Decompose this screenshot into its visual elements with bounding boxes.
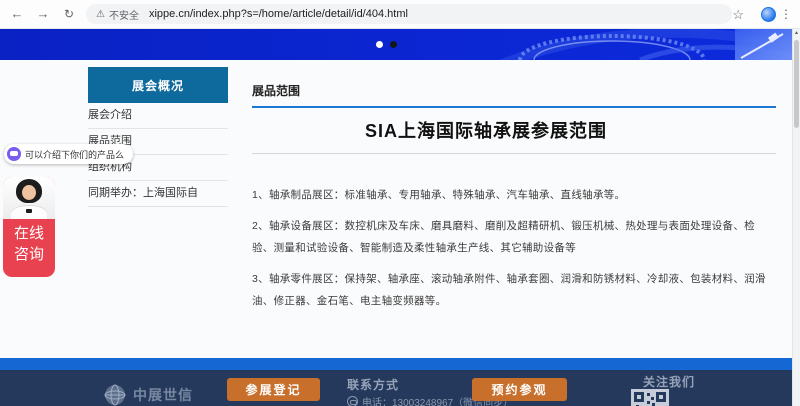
paragraph-products: 1、轴承制品展区：标准轴承、专用轴承、特殊轴承、汽车轴承、直线轴承等。 bbox=[252, 184, 776, 206]
consult-label: 在线 咨询 bbox=[3, 223, 55, 265]
sidebar-item-concurrent[interactable]: 同期举办：上海国际自 bbox=[88, 181, 228, 207]
paragraph-equipment: 2、轴承设备展区：数控机床及车床、磨具磨料、磨削及超精研机、锻压机械、热处理与表… bbox=[252, 215, 776, 259]
sidebar-item-intro[interactable]: 展会介绍 bbox=[88, 103, 228, 129]
sidebar-nav: 展会概况 展会介绍 展品范围 组织机构 同期举办：上海国际自 bbox=[88, 67, 228, 207]
qr-code bbox=[631, 389, 669, 406]
footer-logo-text: 中展世信 bbox=[133, 385, 193, 405]
browser-menu-icon[interactable]: ⋮ bbox=[780, 7, 792, 22]
consult-label-line2: 咨询 bbox=[3, 244, 55, 265]
reload-icon[interactable]: ↻ bbox=[60, 6, 78, 22]
phone-icon bbox=[347, 396, 358, 406]
register-button[interactable]: 参展登记 bbox=[227, 378, 320, 401]
bookmark-star-icon[interactable]: ☆ bbox=[732, 7, 744, 23]
footer-accent-strip bbox=[0, 358, 800, 370]
carousel-dot-1[interactable] bbox=[376, 41, 383, 48]
consult-label-line1: 在线 bbox=[3, 223, 55, 244]
back-icon[interactable]: ← bbox=[8, 6, 26, 22]
browser-profile-avatar[interactable] bbox=[761, 7, 776, 22]
sidebar-header-overview[interactable]: 展会概况 bbox=[88, 67, 228, 103]
footer-logo: 中展世信 bbox=[103, 383, 193, 406]
visit-button[interactable]: 预约参观 bbox=[472, 378, 567, 401]
agent-face bbox=[22, 185, 36, 200]
title-divider bbox=[252, 153, 776, 154]
chat-icon bbox=[7, 147, 21, 161]
article-content: 展品范围 SIA上海国际轴承展参展范围 1、轴承制品展区：标准轴承、专用轴承、特… bbox=[252, 61, 776, 321]
security-label: 不安全 bbox=[109, 7, 139, 22]
footer: 中展世信 参展登记 联系方式 电话：13003248967（微信同步） 预约参观… bbox=[0, 370, 800, 406]
carousel-dots bbox=[376, 41, 397, 48]
insecure-warning-icon: ⚠ bbox=[96, 9, 105, 20]
section-divider-blue bbox=[252, 106, 776, 108]
follow-heading: 关注我们 bbox=[643, 373, 695, 390]
online-consult-button[interactable]: 在线 咨询 bbox=[3, 177, 55, 277]
paragraph-parts: 3、轴承零件展区：保持架、轴承座、滚动轴承附件、轴承套圈、润滑和防锈材料、冷却液… bbox=[252, 268, 776, 312]
article-body: 1、轴承制品展区：标准轴承、专用轴承、特殊轴承、汽车轴承、直线轴承等。 2、轴承… bbox=[252, 184, 776, 312]
chat-invite-text: 可以介绍下你们的产品么 bbox=[25, 148, 124, 161]
url-text: xippe.cn/index.php?s=/home/article/detai… bbox=[149, 8, 408, 20]
agent-bow bbox=[26, 209, 32, 213]
carousel-dot-2[interactable] bbox=[390, 41, 397, 48]
scrollbar-up-arrow[interactable]: ▲ bbox=[793, 29, 800, 38]
article-title: SIA上海国际轴承展参展范围 bbox=[252, 117, 776, 143]
contact-heading: 联系方式 bbox=[347, 376, 399, 393]
forward-icon[interactable]: → bbox=[34, 6, 52, 22]
address-bar[interactable]: ⚠ 不安全 xippe.cn/index.php?s=/home/article… bbox=[86, 4, 732, 24]
service-agent-photo bbox=[3, 177, 55, 219]
globe-icon bbox=[103, 383, 127, 406]
browser-toolbar: ← → ↻ ⚠ 不安全 xippe.cn/index.php?s=/home/a… bbox=[0, 0, 800, 29]
screen: ← → ↻ ⚠ 不安全 xippe.cn/index.php?s=/home/a… bbox=[0, 0, 800, 406]
section-label: 展品范围 bbox=[252, 82, 776, 99]
page-scrollbar[interactable]: ▲ bbox=[792, 29, 800, 406]
scrollbar-thumb[interactable] bbox=[794, 40, 799, 128]
chat-invite-bubble[interactable]: 可以介绍下你们的产品么 bbox=[4, 144, 133, 164]
